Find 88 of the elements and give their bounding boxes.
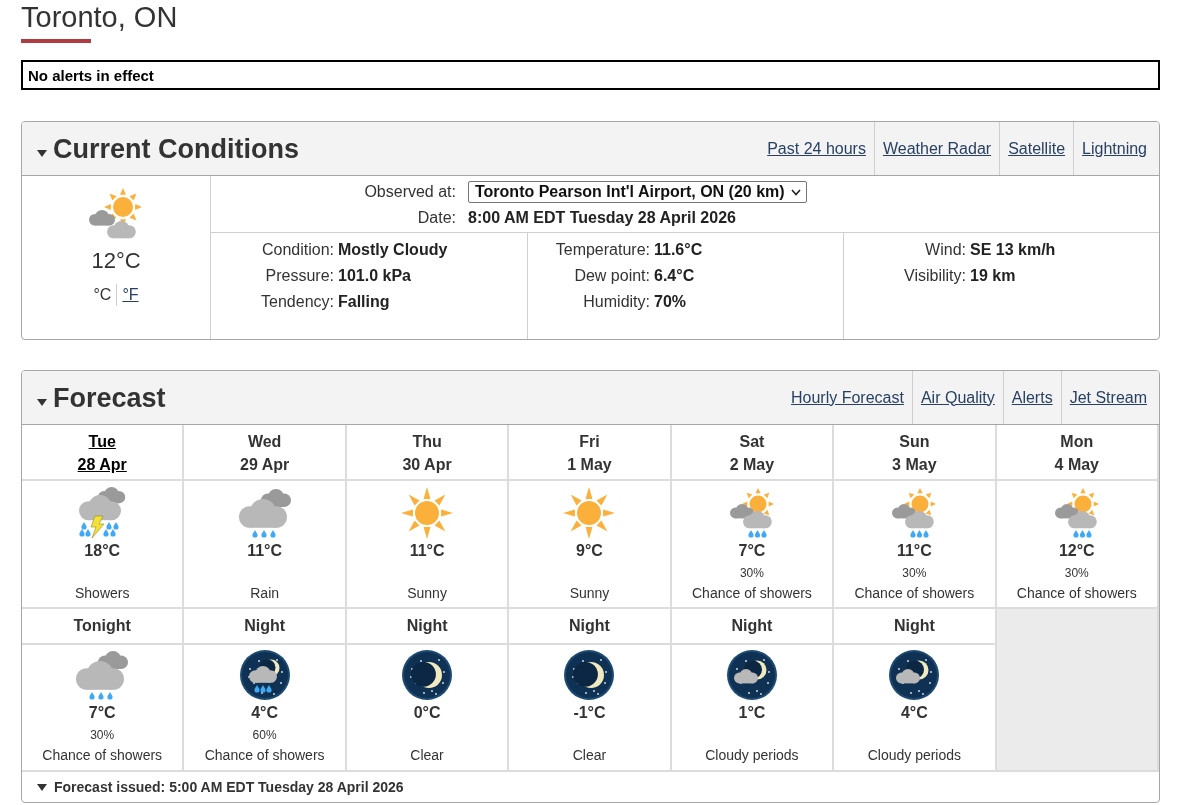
- detail-value: 8:00 AM EDT Tuesday 28 April 2026: [468, 208, 736, 228]
- nav-link[interactable]: Hourly Forecast: [791, 387, 904, 408]
- detail-value: 101.0 kPa: [338, 266, 411, 286]
- nav-link[interactable]: Alerts: [1011, 387, 1053, 408]
- alert-banner: No alerts in effect: [21, 60, 1160, 90]
- condition-text: Rain: [250, 584, 280, 602]
- condition-text: Chance of showers: [854, 584, 975, 602]
- night-heading: Night: [893, 616, 935, 636]
- detail-value: Mostly Cloudy: [338, 240, 448, 260]
- precip-chance: 30%: [902, 565, 927, 582]
- condition-text: Chance of showers: [1016, 584, 1137, 602]
- night-heading: Night: [244, 616, 286, 636]
- detail-label: Date:: [417, 208, 456, 228]
- precip-chance: 30%: [1064, 565, 1089, 582]
- condition-text: Chance of showers: [42, 746, 163, 764]
- unit-link[interactable]: °F: [122, 285, 139, 305]
- thunderstorm-icon: [78, 487, 126, 539]
- detail-value: Falling: [338, 292, 390, 312]
- detail-label: Observed at:: [364, 182, 456, 202]
- unit-label: °C: [93, 285, 112, 305]
- condition-text: Chance of showers: [204, 746, 325, 764]
- sun-icon: [401, 487, 454, 539]
- current-temperature: 12°C: [91, 248, 141, 274]
- precip-chance: 60%: [252, 727, 277, 744]
- detail-value: 11.6°C: [654, 240, 703, 260]
- high-temperature: 11°C: [247, 541, 283, 561]
- chevron-down-icon: [790, 188, 801, 196]
- precip-chance: 30%: [739, 565, 764, 582]
- condition-text: Cloudy periods: [867, 746, 962, 764]
- detail-label: Temperature:: [555, 240, 651, 260]
- low-temperature: 1°C: [738, 703, 766, 723]
- detail-label: Tendency:: [261, 292, 335, 312]
- detail-label: Visibility:: [904, 266, 967, 286]
- detail-value: 6.4°C: [654, 266, 695, 286]
- rain-cloud-icon: [76, 650, 129, 700]
- low-temperature: 4°C: [251, 703, 279, 723]
- moon-cloud-icon: [889, 650, 940, 700]
- detail-label: Humidity:: [583, 292, 651, 312]
- detail-label: Wind:: [925, 240, 967, 260]
- condition-text: Clear: [572, 746, 607, 764]
- night-heading: Tonight: [73, 616, 131, 636]
- moon-rain-cloud-icon: [239, 650, 290, 700]
- condition-text: Sunny: [407, 584, 447, 602]
- sun-cloud-rain-icon: [892, 488, 937, 538]
- panel-title: Current Conditions: [53, 132, 299, 166]
- sun-cloud-rain-icon: [729, 488, 774, 538]
- condition-text: Cloudy periods: [705, 746, 799, 764]
- rain-cloud-icon: [238, 488, 291, 538]
- detail-label: Pressure:: [265, 266, 335, 286]
- night-heading: Night: [406, 616, 448, 636]
- panel-title: Forecast: [53, 381, 166, 415]
- station-select[interactable]: Toronto Pearson Int'l Airport, ON (20 km): [468, 181, 807, 203]
- high-temperature: 7°C: [738, 541, 766, 561]
- night-heading: Night: [569, 616, 610, 636]
- moon-icon: [402, 650, 453, 700]
- moon-cloud-icon: [726, 650, 777, 700]
- nav-link[interactable]: Lightning: [1082, 138, 1147, 159]
- condition-text: Clear: [410, 746, 444, 764]
- moon-icon: [564, 650, 615, 700]
- precip-chance: 30%: [90, 727, 115, 744]
- high-temperature: 12°C: [1058, 541, 1095, 561]
- high-temperature: 9°C: [576, 541, 603, 561]
- nav-link[interactable]: Air Quality: [920, 387, 995, 408]
- sun-cloud-icon: [89, 188, 143, 239]
- high-temperature: 11°C: [409, 541, 445, 561]
- nav-link[interactable]: Weather Radar: [882, 138, 992, 159]
- issued-summary[interactable]: Forecast issued: 5:00 AM EDT Tuesday 28 April 2026: [37, 779, 404, 795]
- low-temperature: 4°C: [900, 703, 928, 723]
- low-temperature: 7°C: [88, 703, 116, 723]
- nav-link[interactable]: Past 24 hours: [767, 138, 866, 159]
- detail-value: 70%: [654, 292, 687, 312]
- detail-label: Dew point:: [574, 266, 651, 286]
- condition-text: Showers: [74, 584, 130, 602]
- night-heading: Night: [731, 616, 773, 636]
- high-temperature: 11°C: [896, 541, 932, 561]
- page-title: Toronto, ON: [21, 0, 178, 34]
- condition-text: Sunny: [569, 584, 610, 602]
- detail-value: SE 13 km/h: [970, 240, 1056, 260]
- high-temperature: 18°C: [84, 541, 121, 561]
- detail-label: Condition:: [261, 240, 335, 260]
- sun-cloud-rain-icon: [1054, 488, 1099, 538]
- sun-icon: [563, 487, 616, 539]
- detail-value: 19 km: [970, 266, 1016, 286]
- low-temperature: 0°C: [413, 703, 441, 723]
- low-temperature: -1°C: [573, 703, 606, 723]
- condition-text: Chance of showers: [692, 584, 812, 602]
- nav-link[interactable]: Jet Stream: [1069, 387, 1147, 408]
- nav-link[interactable]: Satellite: [1008, 138, 1066, 159]
